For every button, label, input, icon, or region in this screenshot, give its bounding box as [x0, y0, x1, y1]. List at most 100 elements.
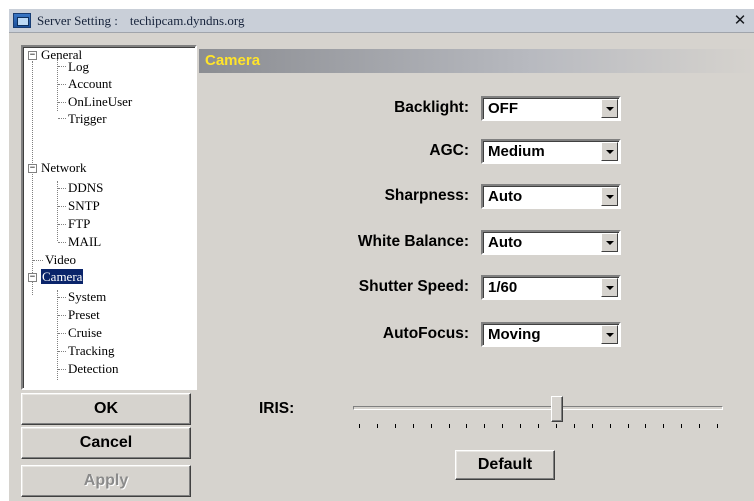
tree-item-label: MAIL: [68, 234, 102, 249]
default-button[interactable]: Default: [455, 450, 555, 480]
chevron-down-icon[interactable]: [601, 325, 618, 344]
tree-connector: [33, 260, 43, 261]
iris-tick: [484, 424, 486, 428]
tree-connector: [58, 188, 66, 189]
agc-value: Medium: [488, 143, 545, 160]
tree-item-onlineuser[interactable]: OnLineUser: [68, 94, 132, 110]
shutter-speed-value: 1/60: [488, 279, 518, 296]
tree-item-label: DDNS: [68, 180, 104, 195]
iris-tick: [573, 424, 575, 428]
tree-item-label: Account: [68, 76, 113, 91]
iris-tick: [609, 424, 611, 428]
tree-item-label: Network: [41, 160, 87, 175]
tree-connector: [58, 66, 66, 67]
iris-tick: [430, 424, 432, 428]
tree-item-log[interactable]: Log: [68, 59, 89, 75]
iris-tick: [359, 424, 360, 428]
tree-item-preset[interactable]: Preset: [68, 307, 100, 323]
tree-item-label: Detection: [68, 361, 119, 376]
shutter-speed-label: Shutter Speed:: [358, 278, 469, 295]
iris-tick: [538, 424, 539, 428]
tree-connector: [58, 242, 66, 243]
tree-item-label: OnLineUser: [68, 94, 133, 109]
backlight-select[interactable]: OFF: [481, 96, 621, 121]
iris-tick: [627, 424, 629, 428]
apply-button[interactable]: Apply: [21, 465, 191, 497]
camera-panel-header: Camera: [199, 49, 754, 73]
iris-tick: [412, 424, 414, 428]
iris-tick: [717, 424, 718, 428]
tree-item-label: Trigger: [68, 111, 107, 126]
tree-connector: [58, 333, 66, 334]
close-icon[interactable]: ✕: [731, 12, 749, 29]
iris-tick: [663, 424, 665, 428]
chevron-down-icon[interactable]: [601, 233, 618, 252]
app-icon: [13, 13, 31, 28]
ok-button[interactable]: OK: [21, 393, 191, 425]
tree-item-ddns[interactable]: DDNS: [68, 180, 103, 196]
tree-connector: [58, 351, 66, 352]
iris-tick: [466, 424, 468, 428]
tree-item-label: Log: [68, 59, 89, 74]
shutter-speed-select[interactable]: 1/60: [481, 275, 621, 300]
autofocus-label: AutoFocus:: [382, 325, 469, 342]
autofocus-select[interactable]: Moving: [481, 322, 621, 347]
iris-slider-track[interactable]: [353, 406, 723, 410]
tree-item-detection[interactable]: Detection: [68, 361, 119, 377]
tree-item-label: Preset: [68, 307, 100, 322]
iris-tick: [502, 424, 504, 428]
tree-item-label: Video: [45, 252, 76, 267]
chevron-down-icon[interactable]: [601, 142, 618, 161]
tree-item-video[interactable]: Video: [45, 252, 76, 268]
agc-select[interactable]: Medium: [481, 139, 621, 164]
tree-item-label: SNTP: [68, 198, 100, 213]
chevron-down-icon[interactable]: [601, 187, 618, 206]
backlight-value: OFF: [488, 100, 518, 117]
collapse-icon[interactable]: −: [28, 273, 37, 282]
white-balance-select[interactable]: Auto: [481, 230, 621, 255]
autofocus-value: Moving: [488, 326, 541, 343]
tree-item-trigger[interactable]: Trigger: [68, 111, 107, 127]
iris-tick: [376, 424, 378, 428]
cancel-button[interactable]: Cancel: [21, 427, 191, 459]
tree-item-tracking[interactable]: Tracking: [68, 343, 114, 359]
iris-tick: [591, 424, 593, 428]
iris-tick: [520, 424, 522, 428]
tree-item-camera[interactable]: Camera: [41, 269, 84, 285]
tree-item-cruise[interactable]: Cruise: [68, 325, 102, 341]
sharpness-select[interactable]: Auto: [481, 184, 621, 209]
iris-tick: [699, 424, 701, 428]
backlight-label: Backlight:: [394, 99, 469, 116]
iris-slider-thumb[interactable]: [550, 396, 563, 422]
tree-item-network[interactable]: Network: [41, 160, 87, 176]
tree-connector: [58, 102, 66, 103]
tree-connector: [58, 84, 66, 85]
server-setting-window: Server Setting : techipcam.dyndns.org ✕ −…: [8, 8, 754, 501]
tree-connector: [57, 181, 58, 241]
iris-tick: [681, 424, 683, 428]
settings-tree[interactable]: − − − General Log Account OnLineUser Tri…: [21, 45, 197, 390]
window-title-label: Server Setting :: [37, 13, 118, 28]
collapse-icon[interactable]: −: [28, 51, 37, 60]
tree-item-sntp[interactable]: SNTP: [68, 198, 100, 214]
iris-tick: [394, 424, 396, 428]
tree-connector: [58, 369, 66, 370]
tree-item-account[interactable]: Account: [68, 76, 112, 92]
sharpness-value: Auto: [488, 188, 523, 205]
tree-item-mail[interactable]: MAIL: [68, 234, 101, 250]
iris-tick: [448, 424, 450, 428]
window-title: Server Setting : techipcam.dyndns.org: [37, 13, 244, 29]
sharpness-label: Sharpness:: [384, 187, 469, 204]
tree-connector: [58, 118, 66, 119]
iris-tick: [645, 424, 647, 428]
tree-connector: [58, 315, 66, 316]
tree-item-ftp[interactable]: FTP: [68, 216, 90, 232]
white-balance-value: Auto: [488, 234, 523, 251]
collapse-icon[interactable]: −: [28, 164, 37, 173]
tree-item-system[interactable]: System: [68, 289, 106, 305]
white-balance-label: White Balance:: [357, 233, 469, 250]
chevron-down-icon[interactable]: [601, 99, 618, 118]
tree-connector: [58, 297, 66, 298]
tree-connector: [57, 290, 58, 380]
chevron-down-icon[interactable]: [601, 278, 618, 297]
